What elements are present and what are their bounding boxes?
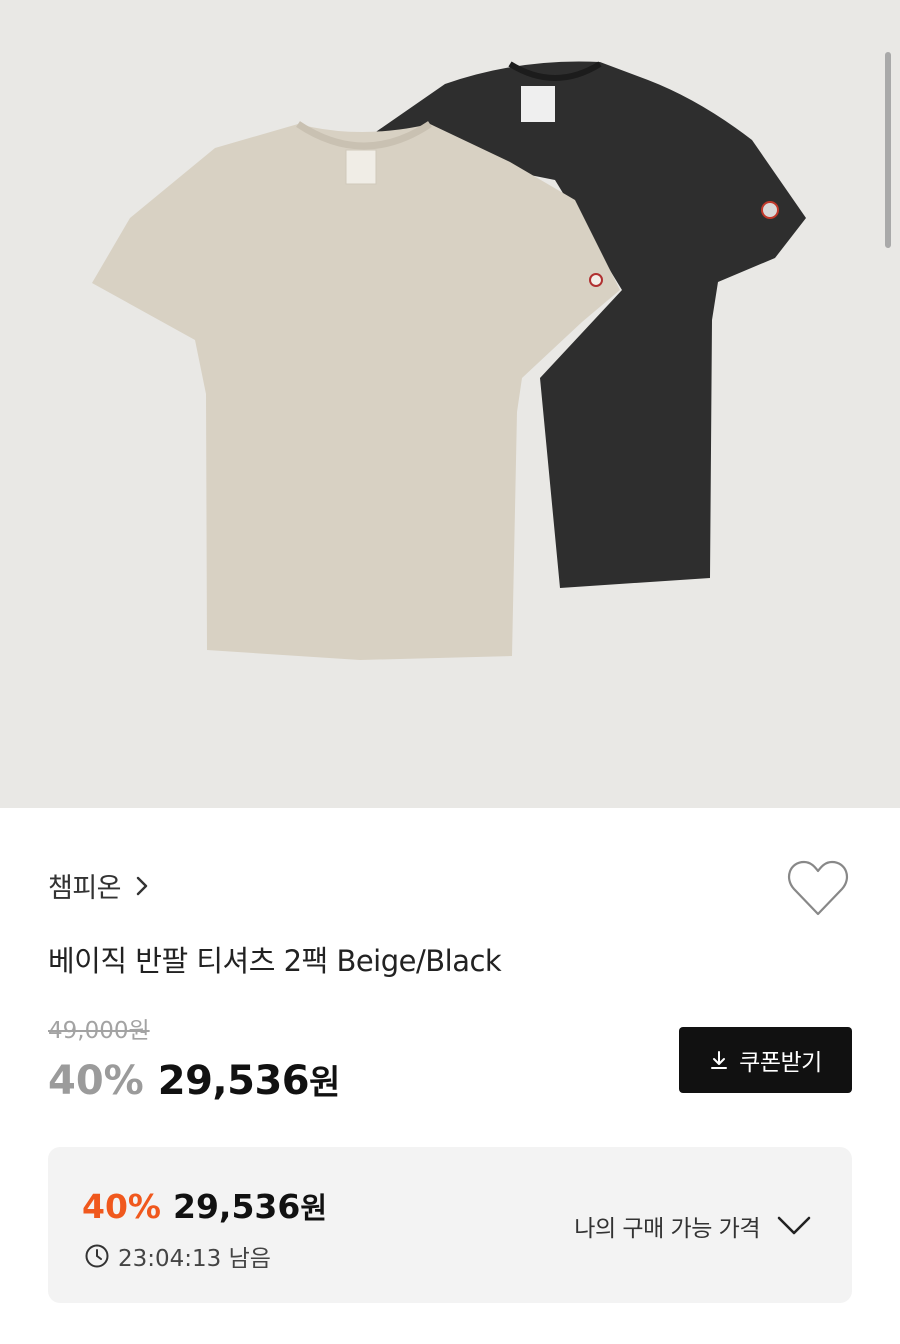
my-price-label: 나의 구매 가능 가격 (574, 1216, 760, 1242)
product-title: 베이직 반팔 티셔츠 2팩 Beige/Black (48, 944, 502, 978)
beige-tshirt (92, 124, 620, 660)
my-price-group: 29,536원 (173, 1185, 327, 1227)
black-tshirt-tag (521, 86, 555, 122)
my-discount-rate: 40% (82, 1187, 161, 1226)
my-price-currency: 원 (300, 1191, 328, 1225)
countdown-timer: 23:04:13 남음 (84, 1239, 271, 1273)
scrollbar[interactable] (885, 52, 891, 248)
sale-price: 29,536 (157, 1058, 310, 1104)
coupon-button-label: 쿠폰받기 (739, 1050, 822, 1076)
brand-name: 챔피온 (48, 873, 122, 904)
my-price-value: 29,536 (173, 1187, 301, 1226)
my-price-panel[interactable]: 40% 29,536원 23:04:13 남음 나의 구매 가능 가격 (48, 1147, 852, 1303)
heart-icon[interactable] (786, 858, 850, 918)
price-row: 40% 29,536원 (48, 1055, 340, 1104)
my-price-row: 40% 29,536원 (82, 1185, 327, 1227)
timer-text: 23:04:13 남음 (118, 1246, 271, 1272)
chevron-right-icon (136, 876, 148, 895)
download-icon (711, 1051, 728, 1069)
beige-logo-icon (589, 273, 603, 287)
tshirt-illustration (92, 61, 806, 660)
black-logo-icon (761, 201, 779, 219)
beige-tshirt-tag (345, 149, 377, 185)
currency-unit: 원 (309, 1063, 341, 1103)
brand-link[interactable]: 챔피온 (48, 866, 153, 905)
original-price: 49,000원 (48, 1018, 150, 1044)
sale-price-group: 29,536원 (158, 1055, 341, 1104)
coupon-button[interactable]: 쿠폰받기 (679, 1027, 852, 1093)
clock-icon (85, 1244, 109, 1268)
discount-rate: 40% (48, 1058, 144, 1104)
chevron-down-icon[interactable] (776, 1209, 812, 1241)
product-image (0, 0, 900, 808)
